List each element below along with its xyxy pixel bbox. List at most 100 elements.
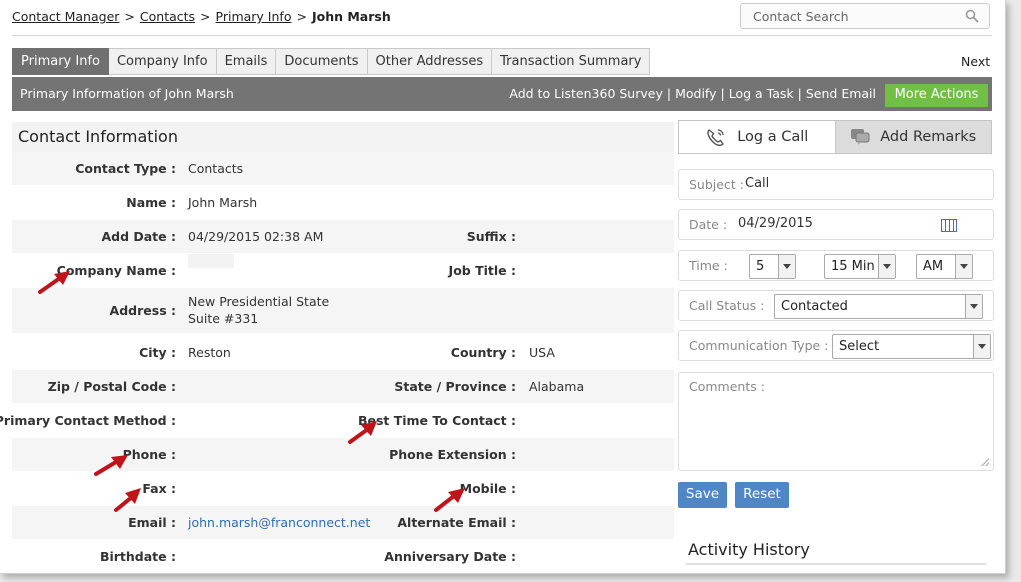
search-icon[interactable] <box>965 9 979 23</box>
activity-history-divider <box>686 563 986 565</box>
date-field[interactable]: Date : 04/29/2015 <box>678 209 994 240</box>
tab-emails[interactable]: Emails <box>216 48 277 75</box>
tab-transaction-summary[interactable]: Transaction Summary <box>492 48 651 75</box>
contact-search <box>740 3 990 29</box>
suffix-label: Suffix : <box>466 229 516 244</box>
anniversary-date-label: Anniversary Date : <box>384 549 516 564</box>
subject-field[interactable]: Subject : Call <box>678 169 994 200</box>
log-task-link[interactable]: Log a Task <box>729 86 794 101</box>
header-divider <box>12 35 992 36</box>
tab-other-addresses[interactable]: Other Addresses <box>367 48 493 75</box>
row-name: Name : John Marsh <box>12 186 674 220</box>
phone-call-icon <box>707 129 725 147</box>
tab-bar: Primary Info Company Info Emails Documen… <box>12 48 651 75</box>
birthdate-label: Birthdate : <box>99 549 176 564</box>
zip-label: Zip / Postal Code : <box>47 379 176 394</box>
annotation-arrow-fax <box>114 488 141 512</box>
row-add-date: Add Date : 04/29/2015 02:38 AM Suffix : <box>12 220 674 254</box>
row-company-name: Company Name : Job Title : <box>12 254 674 288</box>
annotation-arrow-company-name <box>38 271 70 294</box>
chevron-down-icon <box>973 335 990 358</box>
contact-type-label: Contact Type : <box>75 161 176 176</box>
company-name-value <box>188 254 234 268</box>
row-birthdate: Birthdate : Anniversary Date : <box>12 540 674 573</box>
app-window: Contact Manager > Contacts > Primary Info > Jo… <box>0 0 1006 574</box>
phone-extension-label: Phone Extension : <box>389 447 516 462</box>
time-minute-select[interactable]: 15 Min <box>824 254 896 279</box>
time-hour-value: 5 <box>756 259 765 274</box>
job-title-label: Job Title : <box>448 263 516 278</box>
action-bar: Primary Information of John Marsh Add to… <box>12 77 992 111</box>
resize-grip-icon[interactable] <box>981 458 989 466</box>
add-remarks-label: Add Remarks <box>880 129 977 145</box>
subject-value: Call <box>745 176 770 191</box>
date-label: Date : <box>689 217 728 232</box>
time-minute-value: 15 Min <box>831 259 875 274</box>
pipe-divider: | <box>666 86 672 101</box>
breadcrumb-current: John Marsh <box>311 9 391 24</box>
chevron-down-icon <box>778 255 795 278</box>
activity-history-title: Activity History <box>688 540 810 559</box>
time-ampm-value: AM <box>923 259 944 274</box>
modify-link[interactable]: Modify <box>675 86 716 101</box>
send-email-link[interactable]: Send Email <box>806 86 876 101</box>
breadcrumb-separator: > <box>296 9 307 24</box>
tab-log-a-call[interactable]: Log a Call <box>679 121 835 153</box>
time-hour-select[interactable]: 5 <box>749 254 796 279</box>
comments-label: Comments : <box>689 379 765 394</box>
breadcrumb-primary-info[interactable]: Primary Info <box>216 9 292 24</box>
row-city: City : Reston Country : USA <box>12 336 674 370</box>
next-link[interactable]: Next <box>961 54 990 69</box>
city-value: Reston <box>188 345 231 360</box>
breadcrumb-separator: > <box>124 9 135 24</box>
tab-primary-info[interactable]: Primary Info <box>12 48 109 75</box>
action-links: Add to Listen360 Survey | Modify | Log a Tas… <box>509 86 876 101</box>
breadcrumb-contact-manager[interactable]: Contact Manager <box>12 9 119 24</box>
row-primary-contact-method: Primary Contact Method : Best Time To Co… <box>0 404 674 438</box>
reset-button[interactable]: Reset <box>735 482 789 508</box>
breadcrumb-separator: > <box>200 9 211 24</box>
add-date-label: Add Date : <box>101 229 176 244</box>
primary-contact-method-label: Primary Contact Method : <box>0 413 176 428</box>
log-a-call-label: Log a Call <box>737 129 809 145</box>
address-line2: Suite #331 <box>188 311 259 326</box>
row-address: Address : New Presidential State Suite #… <box>12 288 674 334</box>
tab-company-info[interactable]: Company Info <box>108 48 217 75</box>
breadcrumb-contacts[interactable]: Contacts <box>140 9 195 24</box>
email-label: Email : <box>128 515 176 530</box>
pipe-divider: | <box>720 86 725 101</box>
subject-label: Subject : <box>689 177 744 192</box>
more-actions-button[interactable]: More Actions <box>885 84 988 107</box>
tab-add-remarks[interactable]: Add Remarks <box>834 121 991 153</box>
annotation-arrow-mobile <box>434 488 465 512</box>
country-label: Country : <box>450 345 516 360</box>
name-label: Name : <box>126 195 176 210</box>
call-status-field: Call Status : Contacted <box>678 290 994 321</box>
speech-bubble-icon <box>851 129 870 145</box>
communication-type-field: Communication Type : Select <box>678 330 994 361</box>
call-status-label: Call Status : <box>689 298 765 313</box>
call-status-select[interactable]: Contacted <box>774 294 983 319</box>
tab-documents[interactable]: Documents <box>276 48 368 75</box>
contact-type-value: Contacts <box>188 161 244 176</box>
city-label: City : <box>139 345 176 360</box>
annotation-arrow-best-time <box>348 421 377 444</box>
save-button[interactable]: Save <box>678 482 727 508</box>
communication-type-value: Select <box>839 339 880 354</box>
calendar-icon[interactable] <box>941 219 957 232</box>
contact-search-input[interactable] <box>741 4 951 28</box>
date-value: 04/29/2015 <box>738 216 813 231</box>
comments-textarea[interactable]: Comments : <box>678 372 994 471</box>
add-to-survey-link[interactable]: Add to Listen360 Survey <box>509 86 662 101</box>
email-link[interactable]: john.marsh@franconnect.net <box>188 515 370 530</box>
state-value: Alabama <box>529 379 585 394</box>
communication-type-select[interactable]: Select <box>832 334 991 359</box>
add-date-value: 04/29/2015 02:38 AM <box>188 229 324 244</box>
action-bar-title: Primary Information of John Marsh <box>20 86 234 101</box>
section-title: Contact Information <box>12 122 674 152</box>
call-status-value: Contacted <box>781 299 848 314</box>
time-ampm-select[interactable]: AM <box>916 254 973 279</box>
chevron-down-icon <box>965 295 982 318</box>
annotation-arrow-phone <box>94 455 128 476</box>
time-field: Time : 5 15 Min AM <box>678 250 994 281</box>
